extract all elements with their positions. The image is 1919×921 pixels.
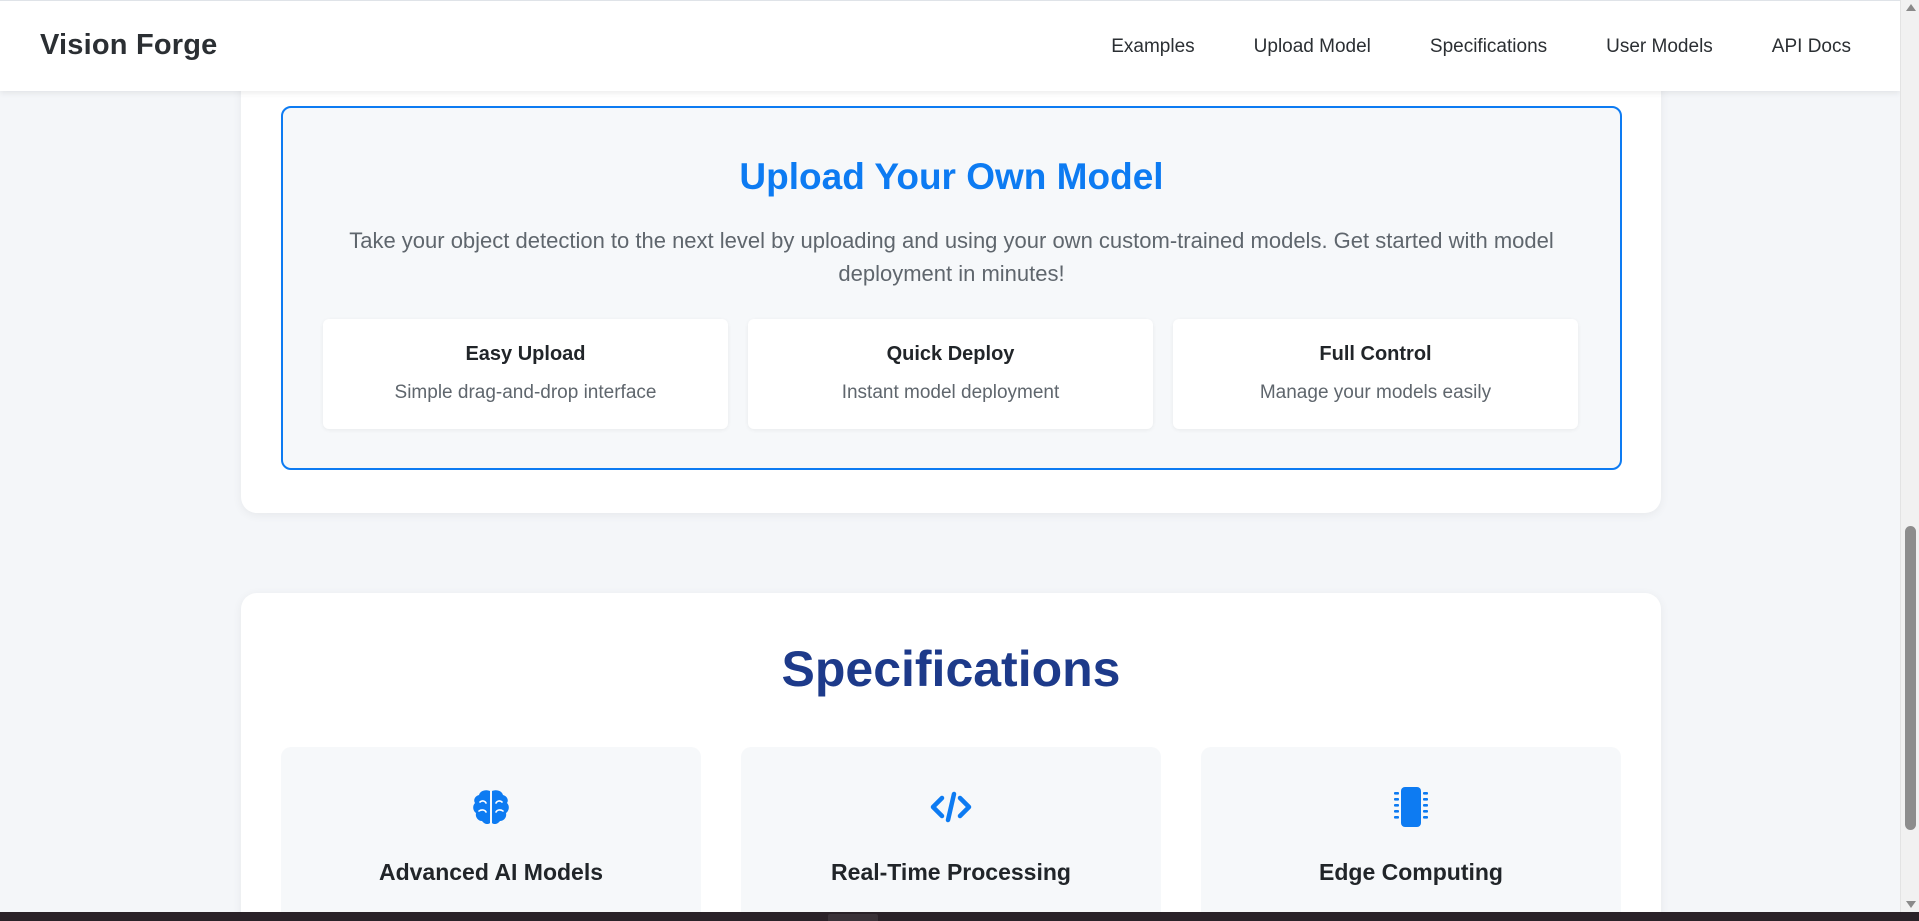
nav-link-user-models[interactable]: User Models: [1606, 36, 1713, 58]
nav-link-examples[interactable]: Examples: [1111, 36, 1194, 58]
brain-icon: [473, 790, 509, 825]
nav-links: Examples Upload Model Specifications Use…: [1111, 1, 1851, 92]
specifications-title: Specifications: [781, 641, 1121, 697]
spec-title: Advanced AI Models: [378, 859, 604, 885]
scroll-down-arrow-icon[interactable]: [1906, 901, 1916, 908]
feature-description: Instant model deployment: [841, 382, 1060, 403]
nav-link-specifications[interactable]: Specifications: [1430, 36, 1547, 58]
vertical-scrollbar[interactable]: [1900, 0, 1919, 912]
microchip-icon: [1394, 787, 1428, 827]
feature-description: Manage your models easily: [1259, 382, 1492, 403]
upload-model-box: Upload Your Own Model Take your object d…: [281, 106, 1622, 470]
taskbar-strip: [0, 912, 1919, 921]
feature-title: Quick Deploy: [886, 343, 1015, 365]
upload-description: Take your object detection to the next l…: [349, 228, 1554, 286]
nav-link-upload-model[interactable]: Upload Model: [1254, 36, 1371, 58]
feature-title: Full Control: [1319, 343, 1432, 365]
feature-title: Easy Upload: [465, 343, 586, 365]
upload-title: Upload Your Own Model: [739, 156, 1164, 197]
brand-logo[interactable]: Vision Forge: [40, 29, 218, 62]
feature-card-full-control: Full Control Manage your models easily: [1173, 319, 1578, 429]
spec-title: Edge Computing: [1319, 859, 1503, 885]
spec-card-advanced-ai-models: Advanced AI Models: [281, 747, 701, 912]
spec-card-real-time-processing: Real-Time Processing: [741, 747, 1161, 912]
top-navbar: Vision Forge Examples Upload Model Speci…: [0, 0, 1900, 91]
scroll-up-arrow-icon[interactable]: [1906, 4, 1916, 11]
spec-card-edge-computing: Edge Computing: [1201, 747, 1621, 912]
spec-title: Real-Time Processing: [831, 859, 1071, 885]
scrollbar-thumb[interactable]: [1905, 526, 1916, 830]
nav-link-api-docs[interactable]: API Docs: [1772, 36, 1851, 58]
feature-card-quick-deploy: Quick Deploy Instant model deployment: [748, 319, 1153, 429]
feature-card-easy-upload: Easy Upload Simple drag-and-drop interfa…: [323, 319, 728, 429]
code-icon: [930, 791, 972, 823]
taskbar-center-item: [828, 914, 878, 921]
page-viewport: Upload Your Own Model Take your object d…: [0, 0, 1900, 912]
upload-feature-row: Easy Upload Simple drag-and-drop interfa…: [323, 319, 1578, 429]
feature-description: Simple drag-and-drop interface: [394, 382, 657, 403]
